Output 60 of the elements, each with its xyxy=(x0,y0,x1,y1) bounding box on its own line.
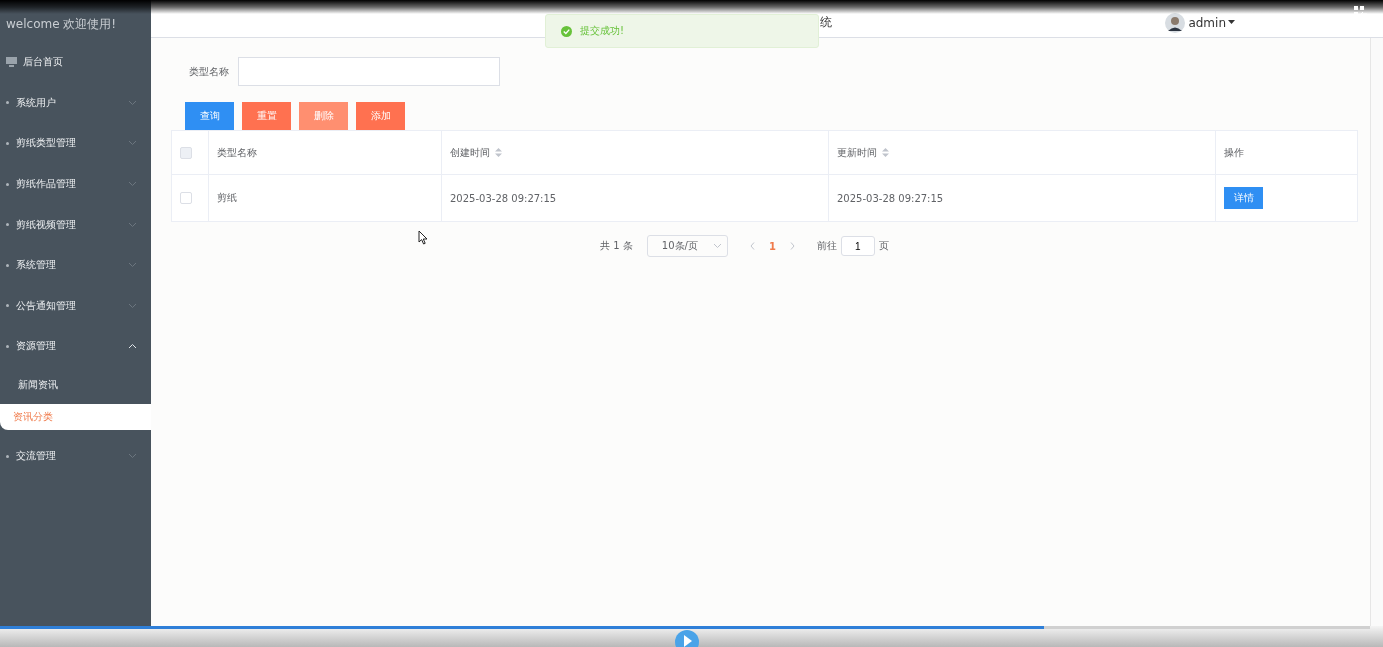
bullet-icon xyxy=(6,182,9,186)
grid-icon[interactable] xyxy=(1354,6,1367,17)
menu-item[interactable]: 交流管理 xyxy=(0,435,151,477)
menu-label: 剪纸视频管理 xyxy=(16,217,77,232)
welcome-text: welcome 欢迎使用! xyxy=(5,16,118,33)
bullet-icon xyxy=(6,304,9,308)
menu-label: 系统用户 xyxy=(16,95,57,110)
toast-message: 提交成功! xyxy=(580,24,624,38)
column-header[interactable]: 更新时间 xyxy=(837,145,889,160)
column-header[interactable]: 创建时间 xyxy=(450,145,502,160)
page-input[interactable]: 1 xyxy=(840,236,875,256)
progress-track[interactable] xyxy=(0,626,1370,629)
page-size-select[interactable]: 10条/页 xyxy=(646,235,728,257)
column-header: 类型名称 xyxy=(217,145,257,160)
chevron-down-icon xyxy=(713,244,721,248)
menu-label: 公告通知管理 xyxy=(16,298,77,313)
menu-label: 后台首页 xyxy=(23,55,63,70)
menu-label: 系统管理 xyxy=(16,258,57,273)
checkbox[interactable] xyxy=(180,146,192,159)
page-suffix: 页 xyxy=(878,239,889,253)
table-cell: 剪纸 xyxy=(217,192,237,203)
column-header: 操作 xyxy=(1224,145,1244,160)
next-page-icon[interactable] xyxy=(789,242,795,250)
menu-item[interactable]: 公告通知管理 xyxy=(0,285,151,327)
user-menu[interactable]: admin xyxy=(1188,15,1235,30)
menu-label: 交流管理 xyxy=(16,449,57,464)
table-cell: 2025-03-28 09:27:15 xyxy=(837,192,944,204)
menu-label: 剪纸作品管理 xyxy=(16,177,77,192)
menu-label: 资源管理 xyxy=(16,339,57,354)
input-field[interactable] xyxy=(238,57,500,86)
goto-label: 前往 xyxy=(816,239,837,253)
menu-label: 剪纸类型管理 xyxy=(16,136,77,151)
bullet-icon xyxy=(6,223,9,227)
monitor-icon xyxy=(6,57,17,68)
field-label: 类型名称 xyxy=(189,64,229,79)
check-circle-icon xyxy=(561,25,572,37)
cursor-icon xyxy=(418,230,428,245)
menu-item[interactable]: 系统用户 xyxy=(0,82,151,124)
bullet-icon xyxy=(6,142,9,145)
avatar-icon xyxy=(1165,12,1186,33)
checkbox[interactable] xyxy=(180,192,192,204)
menu-item[interactable]: 剪纸类型管理 xyxy=(0,123,151,164)
menu-item[interactable]: 后台首页 xyxy=(0,42,151,83)
bullet-icon xyxy=(6,263,9,267)
menu-item[interactable]: 系统管理 xyxy=(0,244,151,286)
sort-icon xyxy=(882,148,889,157)
menu-item[interactable]: 剪纸视频管理 xyxy=(0,204,151,245)
bullet-icon xyxy=(6,454,9,458)
bullet-icon xyxy=(6,344,9,348)
sort-icon xyxy=(495,148,502,157)
play-icon[interactable] xyxy=(673,629,700,647)
caret-icon xyxy=(1228,20,1235,25)
bullet-icon xyxy=(6,101,9,105)
header-title: 统 xyxy=(820,14,832,31)
menu-item[interactable]: 资源管理 xyxy=(0,326,151,367)
submenu-item[interactable]: 新闻资讯 xyxy=(0,366,151,404)
table-cell: 2025-03-28 09:27:15 xyxy=(450,192,557,204)
total-count: 共 1 条 xyxy=(600,239,633,253)
previous-page-icon[interactable] xyxy=(749,242,755,250)
menu-item[interactable]: 剪纸作品管理 xyxy=(0,163,151,205)
